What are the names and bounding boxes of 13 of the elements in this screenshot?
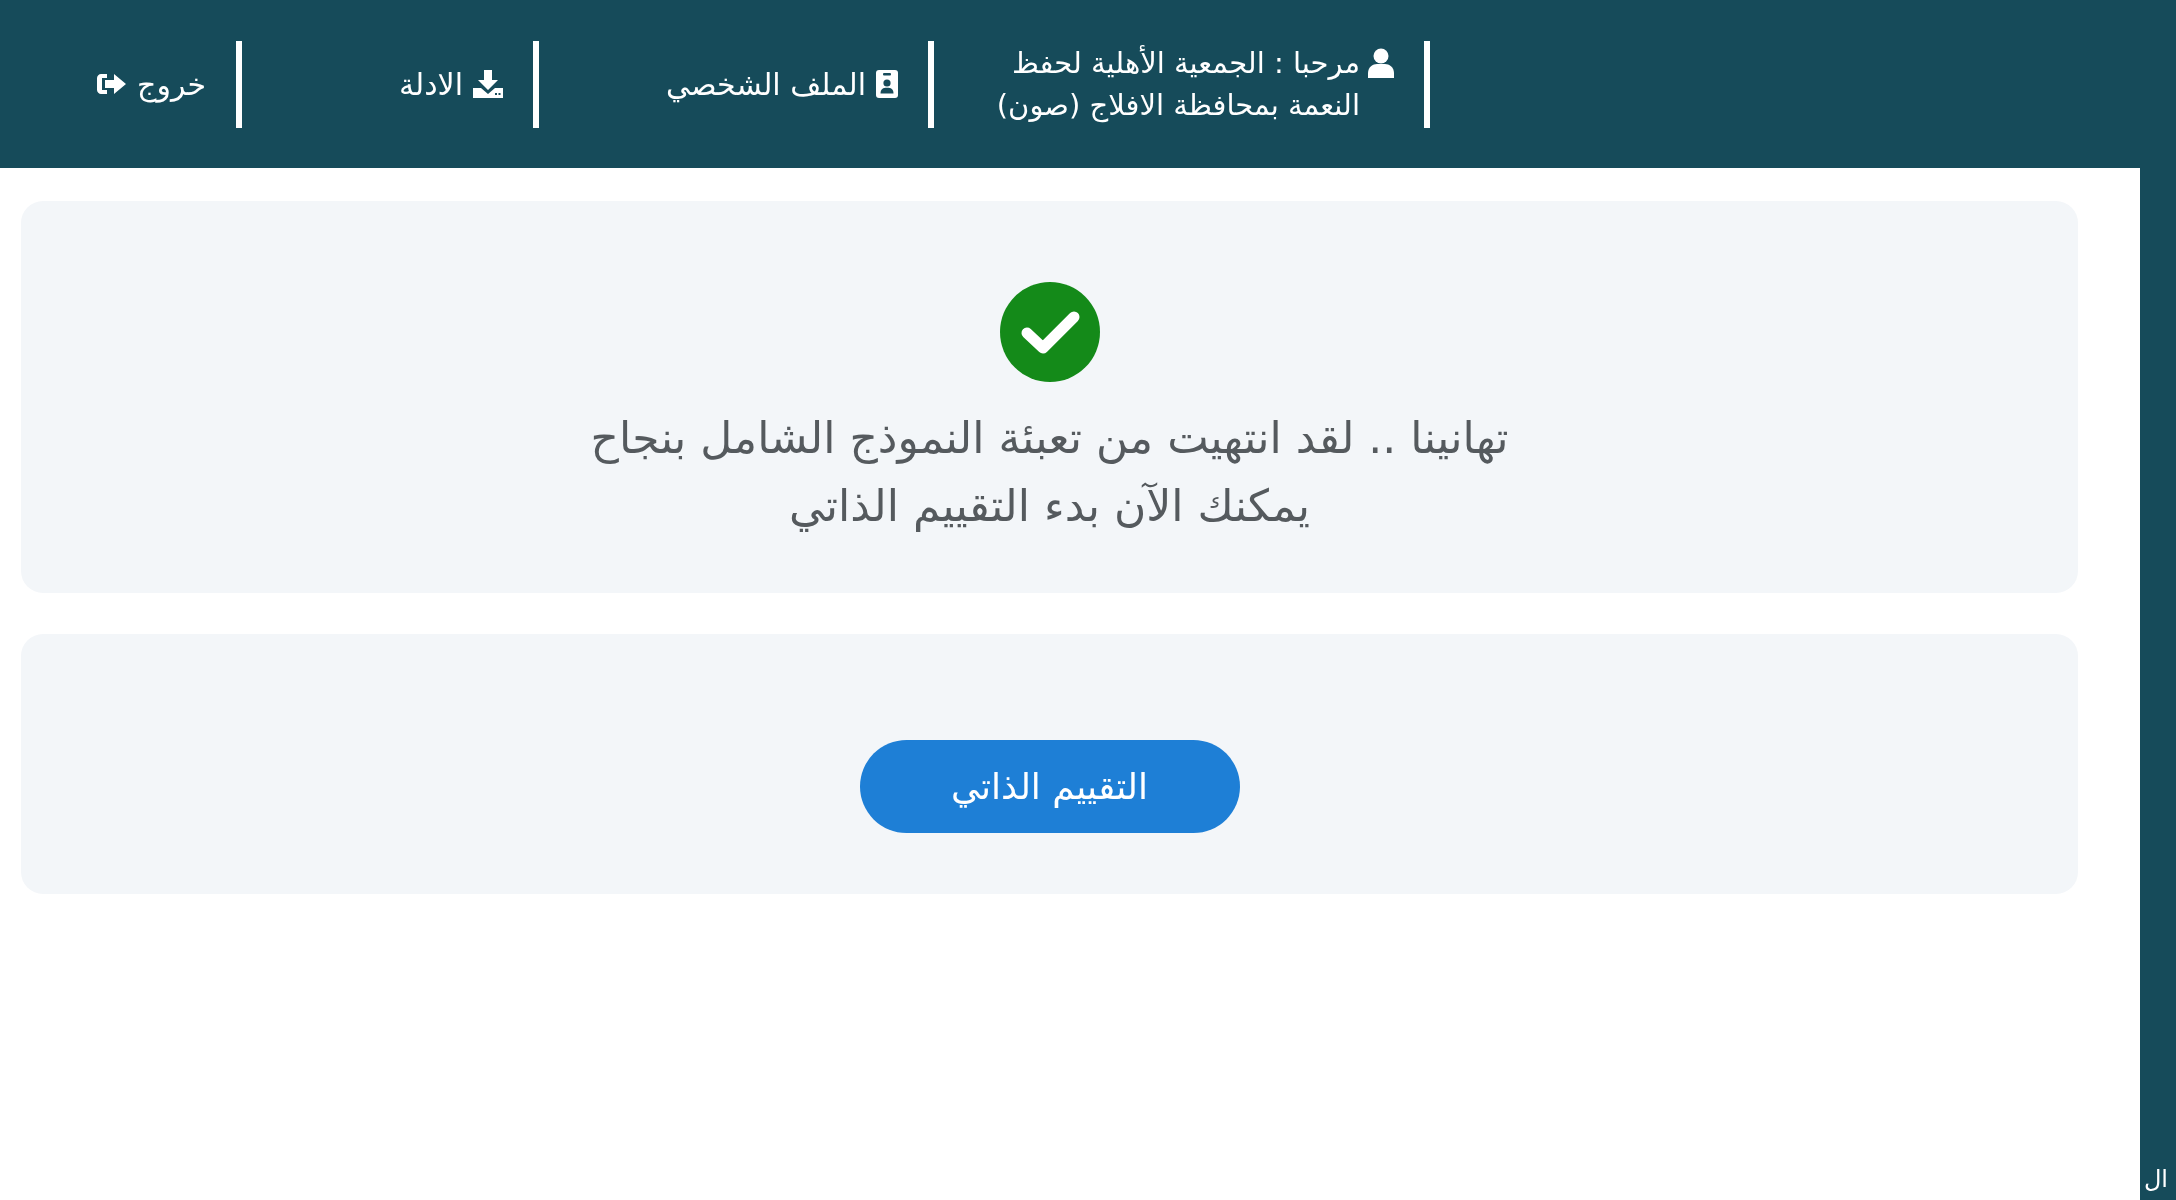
download-icon [473, 70, 503, 98]
self-assessment-button[interactable]: التقييم الذاتي [859, 740, 1240, 833]
guides-link[interactable]: الادلة [398, 66, 503, 102]
exit-arrow-icon [97, 72, 128, 96]
message-text: تهانينا .. لقد انتهيت من تعبئة النموذج الشامل بنجاح [590, 411, 1509, 466]
profile-link[interactable]: الملف الشخصي [666, 66, 898, 102]
message-text: يمكنك الآن بدء التقييم الذاتي [788, 479, 1311, 534]
check-circle-icon [999, 282, 1100, 382]
id-badge-icon [876, 70, 898, 98]
person-icon [1368, 48, 1394, 78]
side-panel-text: ال [2142, 1164, 2169, 1195]
welcome-text: مرحبا : الجمعية الأهلية لحفظ النعمة بمحافظة الافلاج (صون) [995, 44, 1360, 125]
logout-link[interactable]: خروج [97, 66, 206, 102]
